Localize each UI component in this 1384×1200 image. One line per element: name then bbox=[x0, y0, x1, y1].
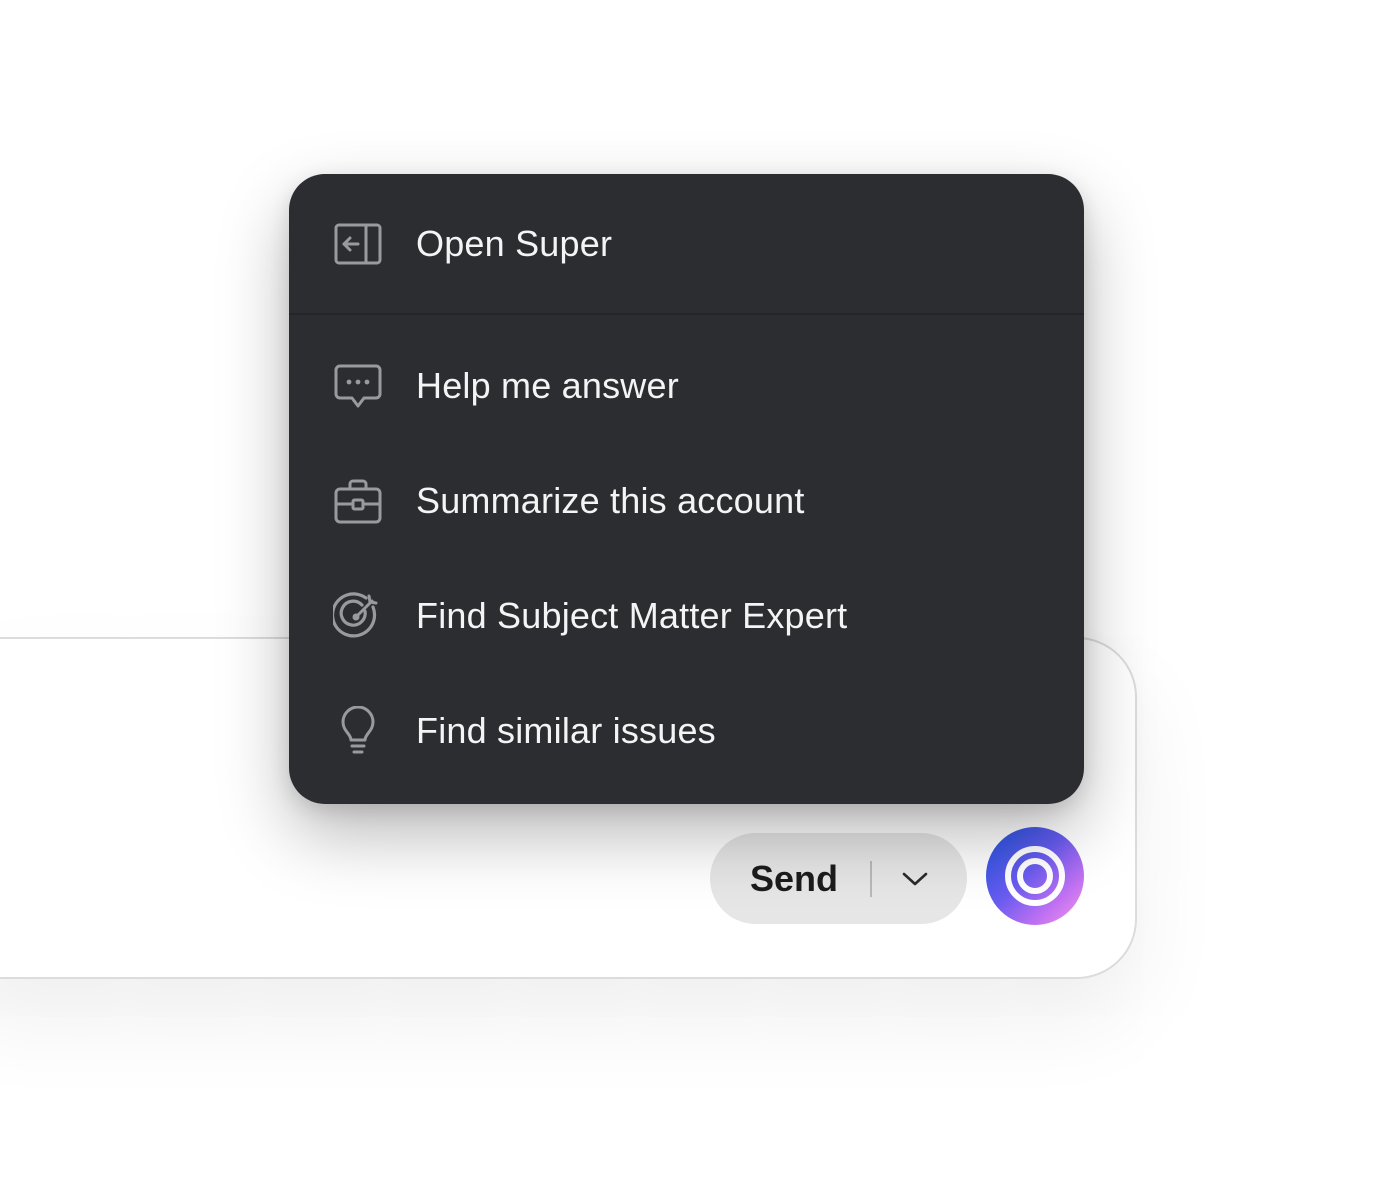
menu-item-label: Help me answer bbox=[416, 365, 679, 406]
menu-item-label: Open Super bbox=[416, 223, 613, 264]
chevron-down-icon bbox=[902, 872, 927, 885]
menu-item-summarize-account[interactable]: Summarize this account bbox=[289, 471, 1084, 531]
menu-item-help-me-answer[interactable]: Help me answer bbox=[289, 356, 1084, 416]
briefcase-icon bbox=[333, 476, 383, 526]
menu-divider bbox=[289, 313, 1084, 315]
ai-assistant-button[interactable] bbox=[986, 827, 1084, 925]
concentric-rings-icon bbox=[1005, 846, 1065, 906]
send-button-label: Send bbox=[749, 857, 838, 899]
panel-open-icon bbox=[333, 219, 383, 269]
ai-actions-menu: Open Super Help me answer Summarize this… bbox=[289, 174, 1084, 804]
menu-item-find-expert[interactable]: Find Subject Matter Expert bbox=[289, 586, 1084, 646]
menu-item-label: Find similar issues bbox=[416, 710, 716, 751]
menu-item-open-super[interactable]: Open Super bbox=[289, 214, 1084, 274]
chat-bubble-dots-icon bbox=[333, 361, 383, 411]
lightbulb-icon bbox=[333, 706, 383, 756]
send-split-button: Send bbox=[710, 833, 967, 924]
menu-item-find-similar[interactable]: Find similar issues bbox=[289, 701, 1084, 761]
menu-item-label: Find Subject Matter Expert bbox=[416, 595, 848, 636]
send-button[interactable]: Send bbox=[710, 833, 870, 924]
menu-item-label: Summarize this account bbox=[416, 480, 805, 521]
target-icon bbox=[333, 591, 383, 641]
send-options-button[interactable] bbox=[872, 833, 967, 924]
